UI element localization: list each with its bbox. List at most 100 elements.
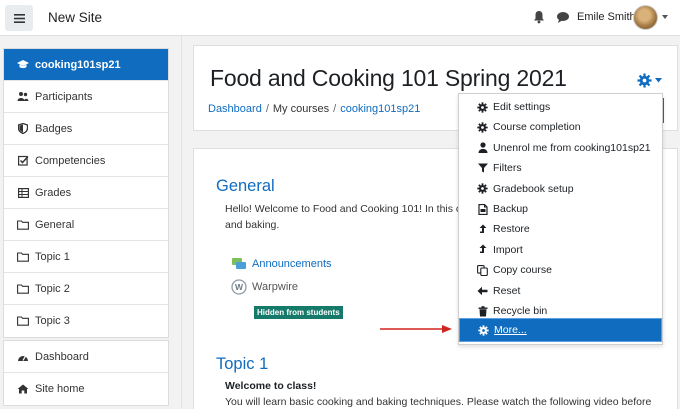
menu-item-import[interactable]: Import bbox=[459, 240, 662, 260]
user-avatar[interactable] bbox=[633, 5, 658, 30]
activity-announcements-label[interactable]: Announcements bbox=[252, 258, 332, 270]
hamburger-icon bbox=[13, 13, 25, 23]
sidebar-item-label: Participants bbox=[35, 90, 93, 103]
sidebar-item-grades[interactable]: Grades bbox=[4, 177, 168, 209]
menu-item-backup[interactable]: Backup bbox=[459, 199, 662, 219]
arrow-left-icon bbox=[477, 285, 488, 296]
section-title-topic1[interactable]: Topic 1 bbox=[216, 355, 268, 374]
home-icon bbox=[17, 383, 29, 395]
menu-item-label: Gradebook setup bbox=[493, 182, 574, 195]
general-summary-line1: Hello! Welcome to Food and Cooking 101! … bbox=[225, 203, 468, 215]
sidebar-item-general[interactable]: General bbox=[4, 209, 168, 241]
sidebar-item-label: Badges bbox=[35, 122, 73, 135]
sidebar-item-badges[interactable]: Badges bbox=[4, 113, 168, 145]
menu-item-unenrol-me-from-cooking101sp21[interactable]: Unenrol me from cooking101sp21 bbox=[459, 138, 662, 158]
checkbox-icon bbox=[17, 155, 29, 167]
activity-announcements[interactable]: Announcements bbox=[231, 256, 332, 272]
gear-icon bbox=[477, 101, 488, 113]
sidebar-item-label: Grades bbox=[35, 186, 72, 199]
sidebar-item-label: General bbox=[35, 218, 75, 231]
folder-icon bbox=[17, 219, 29, 231]
gear-icon bbox=[477, 122, 488, 133]
gear-icon bbox=[477, 183, 488, 194]
hamburger-menu-button[interactable] bbox=[5, 5, 33, 31]
page-title: Food and Cooking 101 Spring 2021 bbox=[210, 65, 567, 91]
dashboard-icon bbox=[17, 351, 29, 363]
svg-text:W: W bbox=[235, 282, 244, 292]
filter-icon bbox=[477, 163, 488, 174]
breadcrumb-my-courses: My courses bbox=[272, 103, 330, 115]
site-name[interactable]: New Site bbox=[48, 10, 102, 25]
course-actions-dropdown: Edit settings Course completion Unenrol me… bbox=[458, 93, 663, 345]
table-icon bbox=[17, 187, 29, 199]
folder-icon bbox=[17, 251, 29, 263]
gear-icon bbox=[478, 324, 489, 336]
sidebar-item-label: Topic 2 bbox=[35, 282, 70, 295]
activity-warpwire-label[interactable]: Warpwire bbox=[252, 281, 298, 293]
upload-icon bbox=[477, 244, 488, 255]
topic1-description: You will learn basic cooking and baking … bbox=[225, 396, 652, 408]
user-menu-caret-icon[interactable] bbox=[662, 15, 668, 19]
menu-item-label: Backup bbox=[493, 203, 529, 215]
sidebar-item-topic-3[interactable]: Topic 3 bbox=[4, 305, 168, 337]
menu-item-label: Edit settings bbox=[493, 101, 551, 113]
menu-item-label: Unenrol me from cooking101sp21 bbox=[493, 141, 651, 154]
trash-icon bbox=[477, 305, 488, 317]
site-nav-group: Dashboard Site home bbox=[3, 340, 169, 406]
sidebar-item-label: Dashboard bbox=[35, 350, 89, 363]
sidebar-item-site-home[interactable]: Site home bbox=[4, 373, 168, 405]
menu-item-edit-settings[interactable]: Edit settings bbox=[459, 97, 662, 117]
menu-item-label: Reset bbox=[493, 284, 521, 297]
menu-item-label: Filters bbox=[493, 162, 522, 175]
breadcrumb: Dashboard / My courses / cooking101sp21 bbox=[208, 103, 421, 115]
shield-icon bbox=[17, 123, 29, 135]
upload-icon bbox=[477, 224, 488, 235]
sidebar-item-topic-1[interactable]: Topic 1 bbox=[4, 241, 168, 273]
menu-item-label: Course completion bbox=[493, 121, 581, 134]
menu-item-label: Restore bbox=[493, 223, 530, 236]
topic1-welcome: Welcome to class! bbox=[225, 380, 317, 392]
folder-icon bbox=[17, 315, 29, 327]
left-nav-drawer: cooking101sp21 Participants Badges Competen… bbox=[0, 36, 182, 409]
breadcrumb-dashboard[interactable]: Dashboard bbox=[208, 103, 262, 115]
activity-warpwire[interactable]: W Warpwire bbox=[231, 279, 298, 295]
menu-item-label: Copy course bbox=[493, 264, 552, 277]
menu-item-gradebook-setup[interactable]: Gradebook setup bbox=[459, 179, 662, 199]
menu-item-label: Import bbox=[493, 243, 523, 256]
menu-item-filters[interactable]: Filters bbox=[459, 158, 662, 178]
forum-icon bbox=[232, 258, 246, 269]
section-title-general[interactable]: General bbox=[216, 177, 275, 196]
sidebar-item-label: cooking101sp21 bbox=[35, 58, 121, 71]
folder-icon bbox=[17, 283, 29, 295]
menu-item-restore[interactable]: Restore bbox=[459, 219, 662, 239]
copy-icon bbox=[477, 264, 488, 276]
menu-item-reset[interactable]: Reset bbox=[459, 281, 662, 301]
graduation-cap-icon bbox=[17, 59, 29, 71]
top-navbar: New Site Emile Smith bbox=[0, 0, 680, 36]
file-icon bbox=[477, 203, 488, 215]
hidden-from-students-badge: Hidden from students bbox=[254, 306, 343, 319]
sidebar-item-label: Competencies bbox=[35, 154, 106, 167]
course-actions-menu-button[interactable] bbox=[637, 71, 663, 89]
user-name[interactable]: Emile Smith bbox=[577, 11, 636, 23]
sidebar-item-dashboard[interactable]: Dashboard bbox=[4, 341, 168, 373]
breadcrumb-course[interactable]: cooking101sp21 bbox=[340, 103, 420, 115]
course-nav-group: cooking101sp21 Participants Badges Competen… bbox=[3, 48, 169, 338]
sidebar-item-competencies[interactable]: Competencies bbox=[4, 145, 168, 177]
user-icon bbox=[477, 142, 488, 154]
warpwire-icon: W bbox=[231, 279, 247, 295]
sidebar-item-cooking101sp21[interactable]: cooking101sp21 bbox=[4, 49, 168, 81]
users-icon bbox=[17, 91, 29, 103]
menu-item-label: More... bbox=[494, 324, 527, 336]
messages-chat-icon[interactable] bbox=[556, 11, 570, 24]
sidebar-item-participants[interactable]: Participants bbox=[4, 81, 168, 113]
menu-item-copy-course[interactable]: Copy course bbox=[459, 260, 662, 280]
menu-item-more[interactable]: More... bbox=[459, 318, 662, 342]
menu-item-label: Recycle bin bbox=[493, 305, 548, 317]
annotation-arrow bbox=[380, 325, 452, 333]
sidebar-item-label: Topic 3 bbox=[35, 315, 70, 327]
notification-bell-icon[interactable] bbox=[532, 10, 546, 24]
chevron-down-icon bbox=[655, 77, 662, 82]
menu-item-course-completion[interactable]: Course completion bbox=[459, 117, 662, 137]
sidebar-item-topic-2[interactable]: Topic 2 bbox=[4, 273, 168, 305]
